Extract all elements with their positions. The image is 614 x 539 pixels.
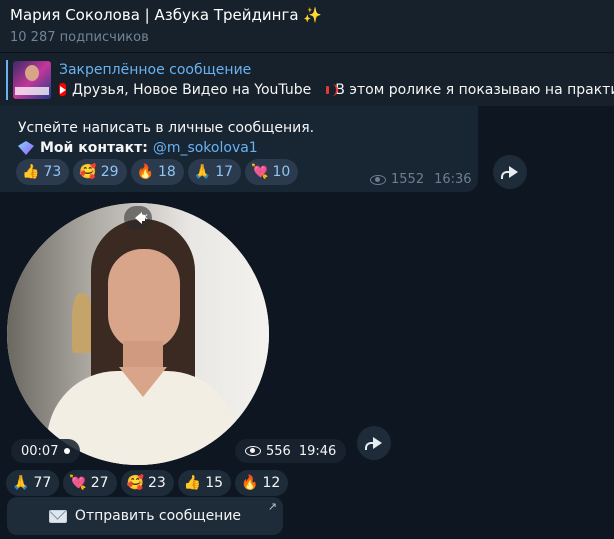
forward-icon bbox=[500, 166, 518, 179]
round-video-message[interactable] bbox=[7, 203, 269, 465]
send-message-label: Отправить сообщение bbox=[74, 508, 242, 524]
pinned-title: Закреплённое сообщение bbox=[59, 61, 252, 78]
eye-icon bbox=[245, 446, 261, 456]
message-meta: 1552 16:36 bbox=[370, 172, 472, 187]
forward-icon bbox=[364, 437, 382, 450]
pinned-thumbnail bbox=[13, 60, 51, 99]
external-arrow-icon: ↗ bbox=[267, 500, 277, 513]
message-time: 19:46 bbox=[298, 443, 337, 459]
video-reactions: 🙏 77 💘 27 🥰 23 👍 15 🔥 12 bbox=[6, 470, 289, 496]
pinned-accent-bar bbox=[6, 59, 8, 100]
view-count: 1552 bbox=[391, 172, 425, 187]
contact-line: Мой контакт: @m_sokolova1 bbox=[18, 138, 314, 158]
reaction-chip[interactable]: 👍 15 bbox=[177, 470, 232, 496]
reaction-chip[interactable]: 💘 10 bbox=[245, 159, 299, 185]
video-meta: 556 19:46 bbox=[235, 439, 347, 463]
reaction-chip[interactable]: 🥰 29 bbox=[73, 159, 127, 185]
subscriber-count: 10 287 подписчиков bbox=[10, 30, 149, 45]
pinned-text-a: Друзья, Новое Видео на YouTube bbox=[72, 81, 312, 98]
gem-icon bbox=[18, 141, 34, 155]
pinned-message-bar[interactable]: Закреплённое сообщение Друзья, Новое Вид… bbox=[0, 52, 614, 106]
contact-label: Мой контакт: bbox=[40, 140, 148, 156]
pinned-text-b: В этом ролике я показываю на практик bbox=[335, 81, 614, 98]
envelope-icon bbox=[48, 509, 67, 523]
video-duration: 00:07 bbox=[11, 439, 81, 463]
reaction-chip[interactable]: 💘 27 bbox=[63, 470, 117, 496]
message-line: Успейте написать в личные сообщения. bbox=[18, 120, 315, 136]
youtube-icon bbox=[59, 83, 66, 96]
forward-button[interactable] bbox=[493, 155, 527, 189]
reaction-chip[interactable]: 🥰 23 bbox=[120, 470, 174, 496]
channel-header[interactable]: Мария Соколова | Азбука Трейдинга ✨ 10 2… bbox=[0, 0, 614, 52]
forward-button[interactable] bbox=[357, 426, 391, 460]
channel-title: Мария Соколова | Азбука Трейдинга ✨ bbox=[10, 6, 322, 24]
message-reactions: 👍 73 🥰 29 🔥 18 🙏 17 💘 10 bbox=[16, 159, 299, 185]
reaction-chip[interactable]: 🙏 17 bbox=[187, 159, 242, 185]
message-text: Успейте написать в личные сообщения. Мой… bbox=[18, 118, 314, 158]
unplayed-dot bbox=[64, 448, 71, 454]
send-message-button[interactable]: Отправить сообщение ↗ bbox=[7, 497, 283, 535]
contact-link[interactable]: @m_sokolova1 bbox=[153, 138, 258, 158]
message-time: 16:36 bbox=[434, 172, 472, 187]
eye-icon bbox=[370, 174, 386, 185]
view-count: 556 bbox=[266, 443, 291, 459]
reaction-chip[interactable]: 🔥 12 bbox=[235, 470, 289, 496]
muted-speaker-icon[interactable]: ✕ bbox=[124, 206, 152, 230]
reaction-chip[interactable]: 🙏 77 bbox=[6, 470, 60, 496]
pinned-preview: Друзья, Новое Видео на YouTube В этом ро… bbox=[59, 81, 614, 99]
reaction-chip[interactable]: 👍 73 bbox=[16, 159, 70, 185]
reaction-chip[interactable]: 🔥 18 bbox=[130, 159, 184, 185]
